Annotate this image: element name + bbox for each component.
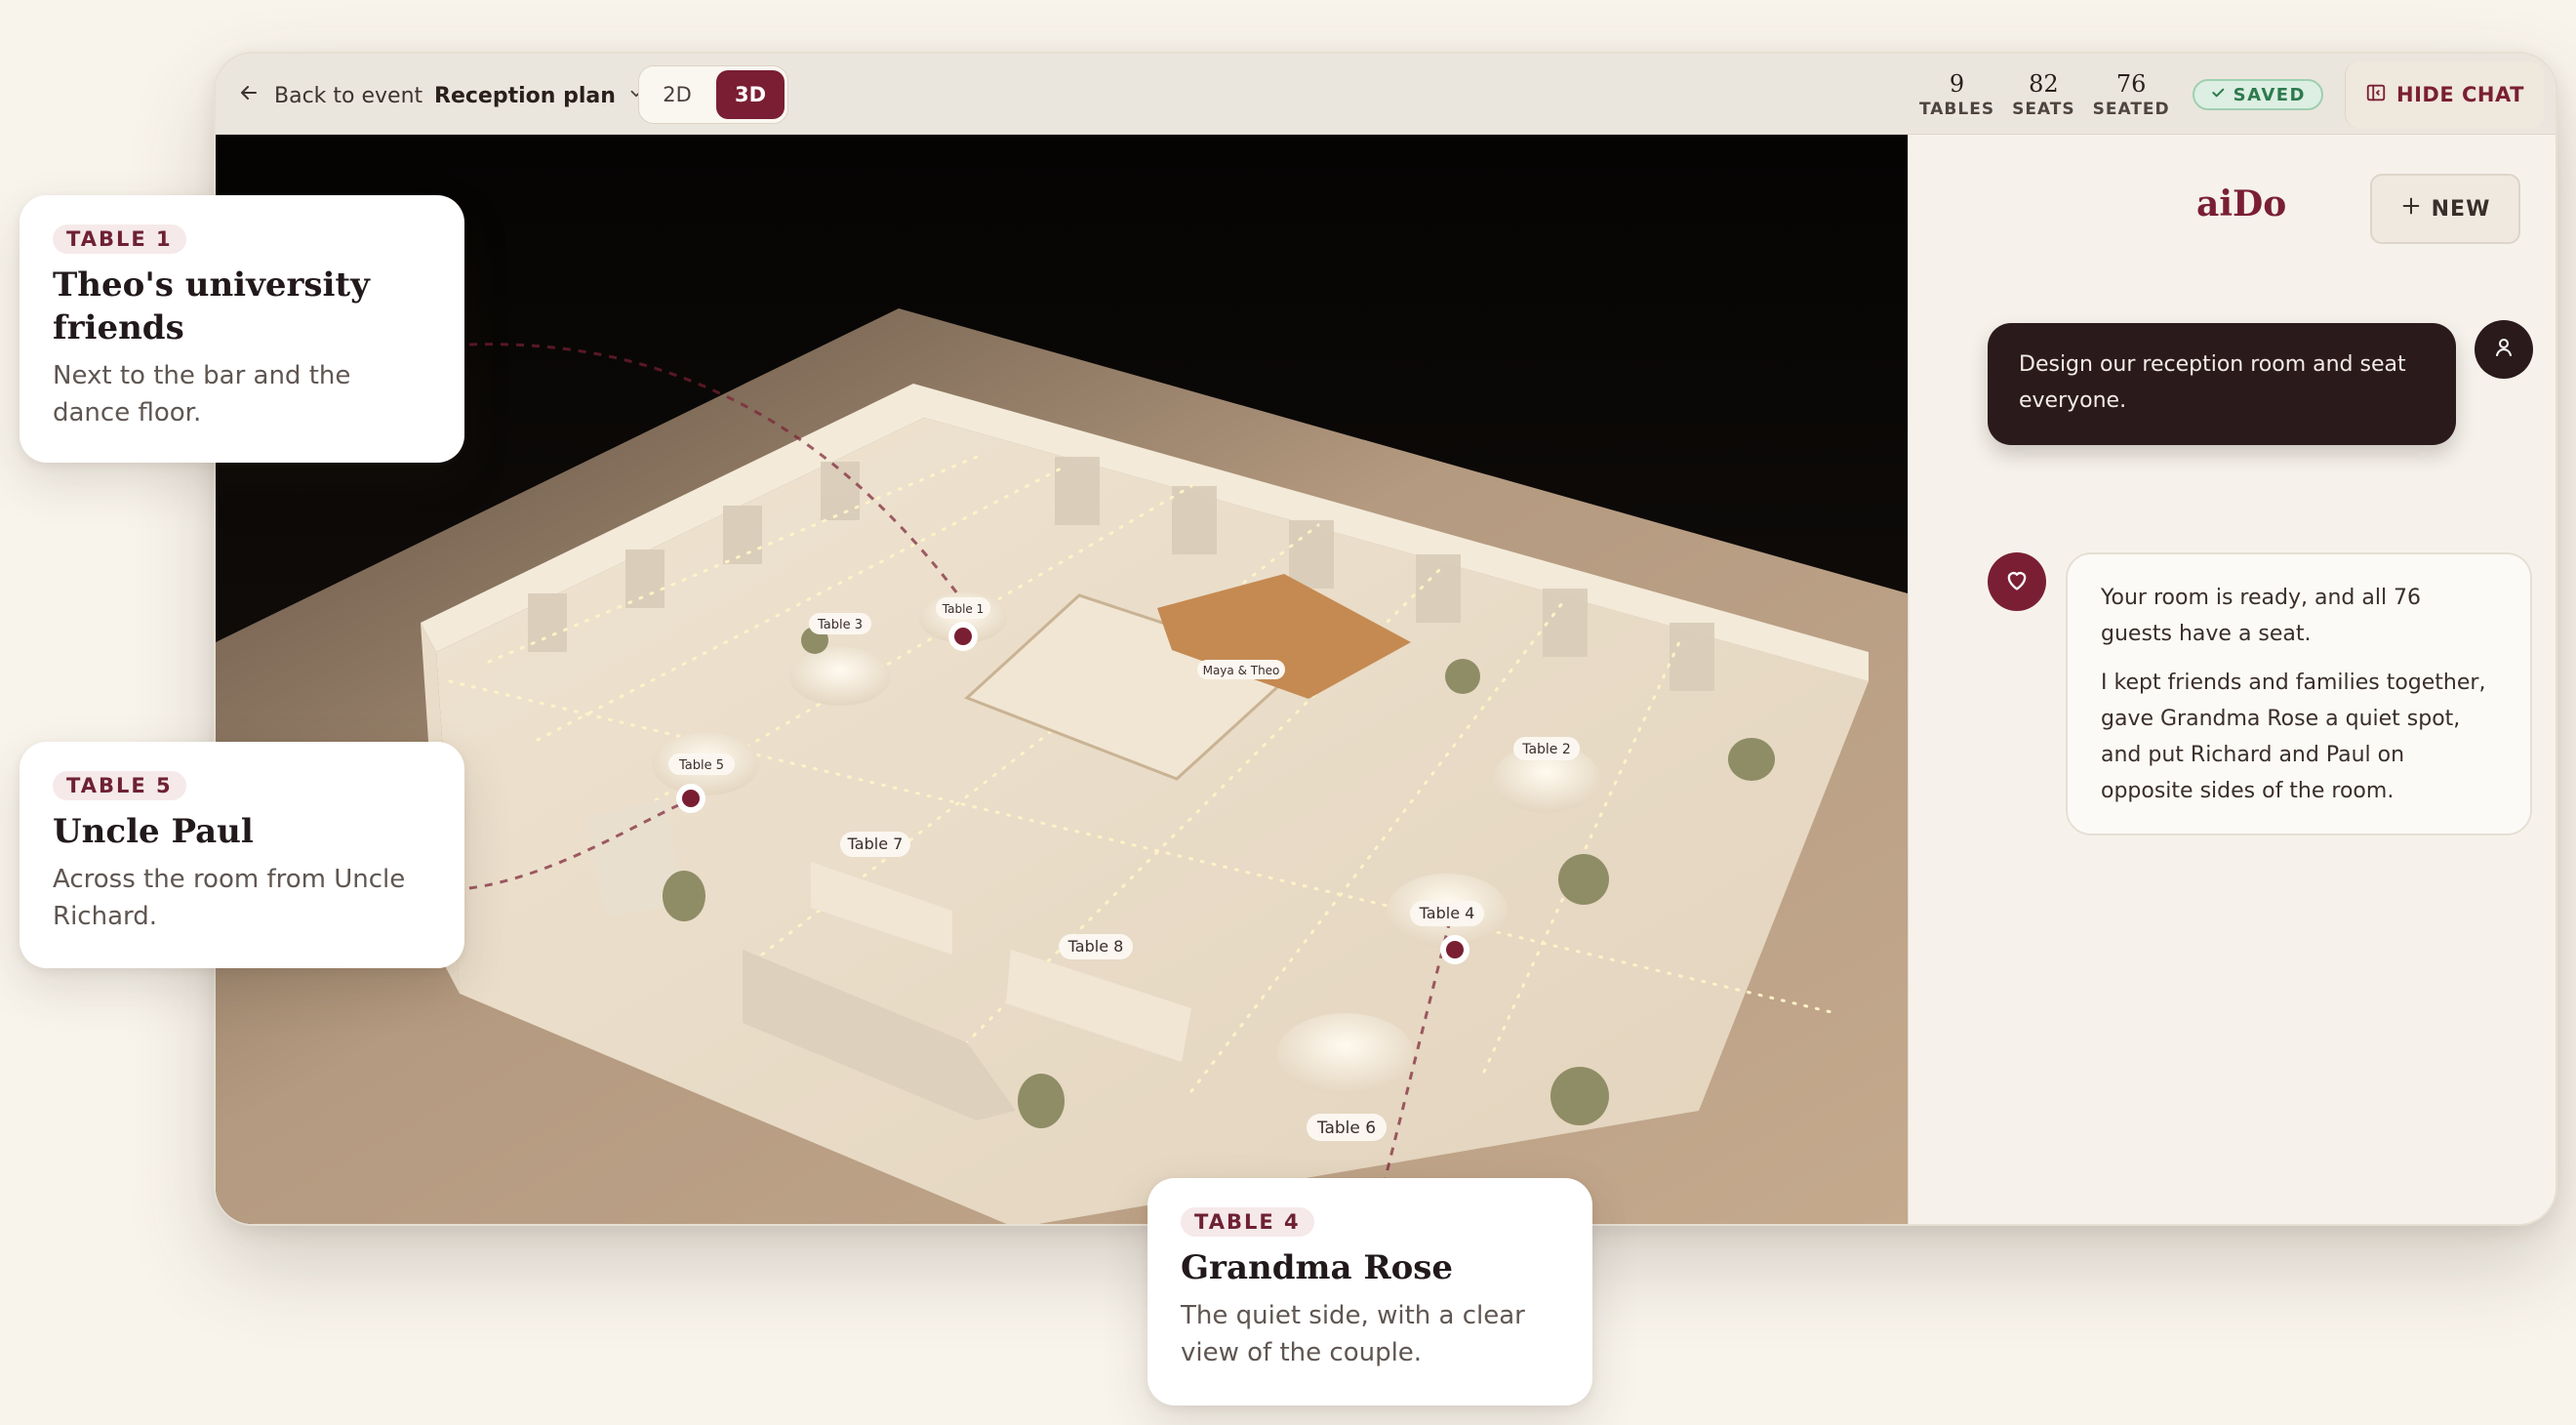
- arrow-left-icon: [237, 81, 261, 110]
- planter: [1728, 738, 1775, 781]
- planter: [1445, 659, 1480, 694]
- heart-icon: [2003, 566, 2031, 597]
- view-3d-button[interactable]: 3D: [716, 70, 785, 119]
- back-label: Back to event: [274, 83, 423, 108]
- stat-value: 82: [2029, 70, 2059, 98]
- hide-chat-button[interactable]: HIDE CHAT: [2345, 61, 2544, 128]
- new-chat-label: NEW: [2431, 196, 2491, 222]
- brand-logo: aiDo: [2196, 183, 2287, 224]
- window: [625, 550, 664, 608]
- callout-table-4: TABLE 4 Grandma Rose The quiet side, wit…: [1147, 1178, 1592, 1405]
- plan-stats: 9 TABLES 82 SEATS 76 SEATED SAVED: [1911, 65, 2323, 124]
- window: [1670, 623, 1714, 691]
- saved-badge: SAVED: [2192, 79, 2323, 110]
- marker-table-1[interactable]: [948, 622, 978, 651]
- top-bar: Back to event Reception plan 2D 3D 9 TAB…: [216, 54, 2556, 135]
- stat-label: SEATED: [2092, 100, 2170, 119]
- app-window: Back to event Reception plan 2D 3D 9 TAB…: [214, 52, 2557, 1226]
- saved-label: SAVED: [2233, 84, 2306, 105]
- window: [1172, 486, 1217, 554]
- hide-chat-label: HIDE CHAT: [2396, 83, 2524, 106]
- marker-dot: [954, 628, 972, 645]
- table-tag: TABLE 1: [53, 224, 186, 254]
- callout-title: Grandma Rose: [1181, 1248, 1454, 1287]
- check-icon: [2210, 85, 2226, 105]
- head-table-label: Maya & Theo: [1203, 664, 1280, 677]
- plus-icon: [2400, 195, 2422, 223]
- stat-value: 76: [2115, 70, 2147, 98]
- window: [1055, 457, 1100, 525]
- planter: [1550, 1067, 1609, 1125]
- assistant-paragraph: Your room is ready, and all 76 guests ha…: [2101, 586, 2422, 646]
- table-label-7: Table 7: [847, 835, 904, 853]
- stat-seats: 82 SEATS: [2003, 69, 2084, 120]
- assistant-paragraph: I kept friends and families together, ga…: [2101, 671, 2486, 803]
- assistant-avatar: [1988, 552, 2046, 611]
- view-toggle: 2D 3D: [638, 65, 788, 124]
- planter: [1558, 854, 1609, 905]
- table-label-4: Table 4: [1419, 904, 1475, 922]
- chat-panel: aiDo NEW Design our reception room and s…: [1908, 135, 2556, 1224]
- panel-toggle-icon: [2365, 82, 2387, 108]
- plan-selector[interactable]: Reception plan: [434, 78, 645, 113]
- new-chat-button[interactable]: NEW: [2370, 174, 2520, 244]
- callout-description: Next to the bar and the dance floor.: [53, 361, 351, 428]
- assistant-message: Your room is ready, and all 76 guests ha…: [2066, 552, 2532, 835]
- round-table-3[interactable]: [789, 647, 891, 706]
- table-label-2: Table 2: [1521, 742, 1571, 757]
- stat-label: SEATS: [2012, 100, 2075, 119]
- marker-table-5[interactable]: [676, 784, 705, 813]
- user-icon: [2492, 336, 2516, 363]
- callout-table-5: TABLE 5 Uncle Paul Across the room from …: [20, 742, 464, 968]
- marker-table-4[interactable]: [1440, 935, 1469, 964]
- table-tag: TABLE 4: [1181, 1207, 1314, 1237]
- stat-tables: 9 TABLES: [1911, 69, 2003, 120]
- callout-description: Across the room from Uncle Richard.: [53, 865, 406, 931]
- window: [821, 462, 860, 520]
- back-to-event-link[interactable]: Back to event: [237, 78, 423, 113]
- table-label-8: Table 8: [1067, 937, 1124, 956]
- view-2d-button[interactable]: 2D: [643, 70, 711, 119]
- table-label-1: Table 1: [942, 602, 984, 616]
- plan-label: Reception plan: [434, 83, 616, 108]
- marker-dot: [1446, 941, 1464, 958]
- user-message: Design our reception room and seat every…: [1988, 323, 2456, 445]
- planter: [663, 871, 705, 921]
- window: [1543, 589, 1588, 657]
- round-table-6[interactable]: [1277, 1013, 1414, 1095]
- stat-value: 9: [1949, 70, 1965, 98]
- table-tag: TABLE 5: [53, 771, 186, 800]
- window: [723, 506, 762, 564]
- table-label-5: Table 5: [678, 758, 724, 773]
- stat-label: TABLES: [1919, 100, 1995, 119]
- user-avatar: [2475, 320, 2533, 379]
- callout-title: Uncle Paul: [53, 812, 254, 851]
- marker-dot: [682, 790, 700, 807]
- stat-seated: 76 SEATED: [2084, 69, 2179, 120]
- callout-description: The quiet side, with a clear view of the…: [1181, 1301, 1525, 1367]
- callout-table-1: TABLE 1 Theo's university friends Next t…: [20, 195, 464, 463]
- 3d-floor-plan-view[interactable]: Table 1 Table 2 Table 3 Table 4 Table 5 …: [216, 135, 1908, 1224]
- callout-title: Theo's university friends: [53, 265, 370, 347]
- table-label-6: Table 6: [1316, 1119, 1376, 1138]
- planter: [1018, 1074, 1065, 1128]
- table-label-3: Table 3: [817, 618, 863, 632]
